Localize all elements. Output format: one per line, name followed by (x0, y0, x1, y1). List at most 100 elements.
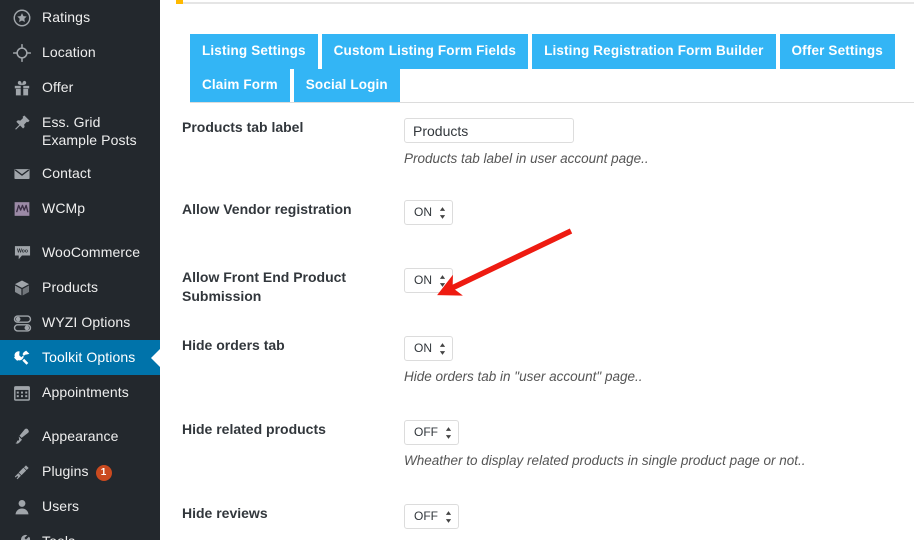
setting-select[interactable]: OFF (404, 504, 459, 529)
setting-select-value: OFF (414, 425, 438, 439)
select-stepper-icon (439, 274, 446, 287)
tab-row-2: Claim Form Social Login (190, 69, 914, 102)
tab-offer-settings[interactable]: Offer Settings (779, 34, 895, 69)
pin-icon (8, 113, 36, 133)
sidebar-item-label: Tools (42, 531, 75, 540)
settings-tabs: Listing Settings Custom Listing Form Fiel… (190, 34, 914, 103)
setting-description: Hide orders tab in "user account" page.. (404, 369, 643, 384)
setting-select-value: ON (414, 341, 432, 355)
setting-select-value: ON (414, 205, 432, 219)
sidebar-item-label: Users (42, 498, 80, 514)
sidebar-item-label: WYZI Options (42, 314, 131, 330)
setting-select-value: ON (414, 273, 432, 287)
woo-bubble-icon: Woo (8, 243, 36, 263)
sidebar-item-label: Offer (42, 79, 74, 95)
setting-row: Products tab label Products tab label in … (182, 118, 914, 168)
setting-select[interactable]: ON (404, 200, 453, 225)
sidebar-item-label: WCMp (42, 200, 86, 216)
sidebar-item-label: Toolkit Options (42, 349, 136, 365)
calendar-icon (8, 383, 36, 403)
svg-text:Woo: Woo (17, 249, 28, 255)
setting-control: OFF Wheather to display related products … (404, 420, 914, 470)
sidebar-item-label: Contact (42, 165, 91, 181)
sidebar-item-label: Ratings (42, 9, 91, 25)
admin-screen: Ratings Location Offer Ess. Grid Example Po… (0, 0, 914, 540)
tab-social-login[interactable]: Social Login (293, 69, 400, 102)
paintbrush-icon (8, 427, 36, 447)
location-icon (8, 43, 36, 63)
user-icon (8, 497, 36, 517)
sidebar-item-ratings[interactable]: Ratings (0, 0, 160, 35)
sidebar-item-label: WooCommerce (42, 244, 141, 260)
select-stepper-icon (445, 426, 452, 439)
gift-icon (8, 78, 36, 98)
tab-listing-registration-form-builder[interactable]: Listing Registration Form Builder (532, 34, 776, 69)
tab-claim-form[interactable]: Claim Form (190, 69, 290, 102)
select-stepper-icon (445, 510, 452, 523)
sidebar-item-label: Products (42, 279, 99, 295)
main-content: Listing Settings Custom Listing Form Fiel… (160, 0, 914, 540)
plug-icon (8, 462, 36, 482)
setting-select[interactable]: ON (404, 268, 453, 293)
wcmp-icon (8, 199, 36, 219)
select-stepper-icon (439, 342, 446, 355)
setting-row: Allow Front End Product Submission ON (182, 268, 914, 304)
products-tab-label-input[interactable] (404, 118, 574, 143)
select-stepper-icon (439, 206, 446, 219)
sidebar-item-label: Location (42, 44, 96, 60)
setting-control: ON Hide orders tab in "user account" page… (404, 336, 914, 386)
envelope-icon (8, 164, 36, 184)
box-icon (8, 278, 36, 298)
sidebar-item-ess-grid-example-posts[interactable]: Ess. Grid Example Posts (0, 105, 160, 156)
setting-select[interactable]: OFF (404, 420, 459, 445)
setting-label: Products tab label (182, 119, 304, 135)
setting-label: Hide related products (182, 421, 326, 437)
setting-control: Products tab label in user account page.… (404, 118, 914, 168)
sidebar-item-plugins[interactable]: Plugins 1 (0, 454, 160, 489)
setting-control: ON (404, 268, 914, 293)
setting-control: ON (404, 200, 914, 225)
sidebar-item-users[interactable]: Users (0, 489, 160, 524)
tabs-underline (190, 102, 914, 103)
settings-form: Products tab label Products tab label in … (182, 118, 914, 538)
setting-row: Hide orders tab ON Hide orders tab in "use… (182, 336, 914, 386)
sidebar-item-wcmp[interactable]: WCMp (0, 191, 160, 226)
setting-label: Hide reviews (182, 505, 268, 521)
sidebar-item-woocommerce[interactable]: Woo WooCommerce (0, 235, 160, 270)
toggles-icon (8, 313, 36, 333)
sidebar-item-offer[interactable]: Offer (0, 70, 160, 105)
setting-description: Products tab label in user account page.… (404, 151, 649, 166)
sidebar-item-contact[interactable]: Contact (0, 156, 160, 191)
tab-row-1: Listing Settings Custom Listing Form Fiel… (190, 34, 914, 69)
sidebar-item-toolkit-options[interactable]: Toolkit Options (0, 340, 160, 375)
sidebar-item-label: Appearance (42, 428, 119, 444)
setting-control: OFF (404, 504, 914, 529)
sidebar-item-label: Plugins 1 (42, 461, 112, 481)
setting-label: Hide orders tab (182, 337, 285, 353)
setting-label: Allow Front End Product Submission (182, 269, 347, 304)
notice-rule (183, 2, 914, 4)
sidebar-item-appearance[interactable]: Appearance (0, 419, 160, 454)
tab-listing-settings[interactable]: Listing Settings (190, 34, 318, 69)
setting-select[interactable]: ON (404, 336, 453, 361)
notice-accent-marker (176, 0, 183, 4)
sidebar-item-label: Ess. Grid Example Posts (42, 114, 137, 148)
sidebar-item-appointments[interactable]: Appointments (0, 375, 160, 410)
setting-row: Allow Vendor registration ON (182, 200, 914, 236)
star-filled-icon (8, 8, 36, 28)
tools-icon (8, 348, 36, 368)
setting-label: Allow Vendor registration (182, 201, 352, 217)
admin-notice-divider (176, 0, 914, 6)
sidebar-item-tools[interactable]: Tools (0, 524, 160, 540)
setting-row: Hide reviews OFF (182, 504, 914, 540)
sidebar-item-badge: 1 (95, 465, 112, 481)
wrench-icon (8, 532, 36, 540)
tab-custom-listing-form-fields[interactable]: Custom Listing Form Fields (321, 34, 529, 69)
sidebar-item-products[interactable]: Products (0, 270, 160, 305)
setting-select-value: OFF (414, 509, 438, 523)
sidebar-item-wyzi-options[interactable]: WYZI Options (0, 305, 160, 340)
sidebar-item-label: Appointments (42, 384, 129, 400)
setting-description: Wheather to display related products in … (404, 453, 806, 468)
sidebar-item-location[interactable]: Location (0, 35, 160, 70)
admin-sidebar: Ratings Location Offer Ess. Grid Example Po… (0, 0, 160, 540)
